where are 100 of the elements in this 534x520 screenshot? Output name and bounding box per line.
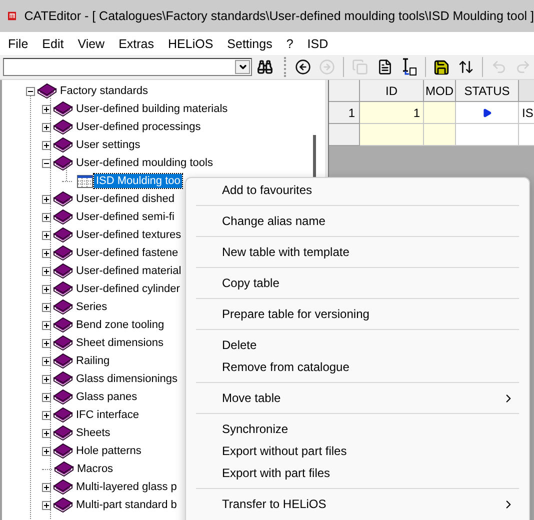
menu-item[interactable]: ISD bbox=[300, 34, 336, 52]
tree-item[interactable]: User-defined fastene bbox=[74, 246, 180, 260]
expand-toggle[interactable] bbox=[42, 374, 51, 384]
menu-item[interactable]: Remove from catalogue bbox=[186, 356, 529, 378]
menu-item[interactable]: New table with template bbox=[186, 241, 529, 263]
tree-item[interactable]: Sheet dimensions bbox=[74, 336, 166, 350]
book-icon bbox=[53, 119, 73, 135]
book-icon bbox=[53, 191, 73, 207]
text-cursor-icon bbox=[400, 58, 417, 76]
book-icon bbox=[53, 245, 73, 261]
expand-toggle[interactable] bbox=[42, 104, 51, 114]
expand-toggle[interactable] bbox=[42, 482, 51, 492]
tree-item[interactable]: User-defined moulding tools bbox=[74, 156, 215, 170]
expand-toggle[interactable] bbox=[42, 500, 51, 510]
menu-item[interactable]: Synchronize bbox=[186, 418, 529, 440]
tree-item[interactable]: IFC interface bbox=[74, 408, 141, 422]
menu-item[interactable]: Add to favourites bbox=[186, 179, 529, 201]
book-icon bbox=[53, 389, 73, 405]
expand-toggle[interactable] bbox=[42, 230, 51, 240]
expand-toggle[interactable] bbox=[42, 338, 51, 348]
menu-item[interactable]: Extras bbox=[112, 34, 162, 52]
table-cell bbox=[424, 124, 456, 146]
table-cell bbox=[360, 124, 424, 146]
book-icon bbox=[53, 155, 73, 171]
expand-toggle[interactable] bbox=[42, 428, 51, 438]
expand-toggle[interactable] bbox=[42, 122, 51, 132]
book-icon bbox=[53, 209, 73, 225]
tree-item[interactable]: Railing bbox=[74, 354, 112, 368]
undo-icon bbox=[490, 59, 507, 75]
tree-item[interactable]: User-defined processings bbox=[74, 120, 203, 134]
book-icon bbox=[37, 83, 57, 99]
menu-item[interactable]: HELiOS bbox=[161, 34, 220, 52]
menu-item[interactable]: Settings bbox=[220, 34, 280, 52]
book-icon bbox=[53, 299, 73, 315]
scrollbar-thumb[interactable] bbox=[313, 135, 316, 177]
menu-item[interactable]: Export without part files bbox=[186, 440, 529, 462]
menu-item[interactable]: Prepare table for versioning bbox=[186, 303, 529, 325]
menu-item[interactable]: Export with part files bbox=[186, 462, 529, 484]
tree-item[interactable]: Multi-part standard b bbox=[74, 498, 179, 512]
tree-item[interactable]: Hole patterns bbox=[74, 444, 144, 458]
menu-item[interactable]: Delete bbox=[186, 334, 529, 356]
menu-item[interactable]: File bbox=[1, 34, 36, 52]
collapse-toggle[interactable] bbox=[42, 158, 51, 168]
book-icon bbox=[53, 281, 73, 297]
book-icon bbox=[53, 227, 73, 243]
expand-toggle[interactable] bbox=[42, 302, 51, 312]
expand-toggle[interactable] bbox=[42, 248, 51, 258]
tree-item[interactable]: Glass panes bbox=[74, 390, 140, 404]
tree-item[interactable]: User-defined material bbox=[74, 264, 184, 278]
menu-item[interactable]: ? bbox=[279, 34, 300, 52]
expand-toggle[interactable] bbox=[42, 266, 51, 276]
column-header[interactable]: STATUS bbox=[456, 80, 519, 102]
expand-toggle[interactable] bbox=[42, 392, 51, 402]
tree-item[interactable]: Multi-layered glass p bbox=[74, 480, 179, 494]
expand-toggle[interactable] bbox=[42, 446, 51, 456]
book-icon bbox=[53, 407, 73, 423]
column-header[interactable]: ID bbox=[360, 80, 424, 102]
tree-item[interactable]: User-defined building materials bbox=[74, 102, 230, 116]
book-icon bbox=[53, 443, 73, 459]
tree-item[interactable]: Factory standards bbox=[58, 84, 150, 98]
expand-toggle[interactable] bbox=[42, 284, 51, 294]
row-pointer-icon bbox=[482, 108, 492, 118]
book-icon bbox=[53, 335, 73, 351]
menu-item[interactable]: Edit bbox=[35, 34, 71, 52]
menu-item[interactable]: View bbox=[70, 34, 112, 52]
collapse-toggle[interactable] bbox=[26, 86, 35, 96]
expand-toggle[interactable] bbox=[42, 194, 51, 204]
expand-toggle[interactable] bbox=[42, 140, 51, 150]
tree-item[interactable]: Bend zone tooling bbox=[74, 318, 166, 332]
tree-item[interactable]: Series bbox=[74, 300, 110, 314]
sort-icon bbox=[458, 59, 474, 75]
tree-item[interactable]: ISD Moulding too bbox=[94, 174, 182, 188]
row-header[interactable]: 1 bbox=[329, 102, 360, 124]
tree-item[interactable]: Sheets bbox=[74, 426, 112, 440]
copy-icon bbox=[352, 59, 368, 75]
book-icon bbox=[53, 479, 73, 495]
expand-toggle[interactable] bbox=[42, 212, 51, 222]
column-header[interactable]: MOD bbox=[424, 80, 456, 102]
book-icon bbox=[53, 317, 73, 333]
document-icon bbox=[376, 59, 392, 75]
table-cell: 1 bbox=[360, 102, 424, 124]
tree-item[interactable]: User-defined dished bbox=[74, 192, 176, 206]
book-icon bbox=[53, 101, 73, 117]
menu-item[interactable]: Move table bbox=[186, 387, 529, 409]
tree-item[interactable]: Glass dimensionings bbox=[74, 372, 180, 386]
tree-item[interactable]: Macros bbox=[75, 462, 116, 476]
dropdown-caret-icon bbox=[238, 62, 248, 72]
menu-item[interactable]: Transfer to HELiOS bbox=[186, 493, 529, 515]
menu-item[interactable]: Copy table bbox=[186, 272, 529, 294]
expand-toggle[interactable] bbox=[42, 356, 51, 366]
tree-item[interactable]: User settings bbox=[74, 138, 142, 152]
menu-item[interactable]: Change alias name bbox=[186, 210, 529, 232]
tree-item[interactable]: User-defined textures bbox=[74, 228, 184, 242]
book-icon bbox=[53, 263, 73, 279]
tree-item[interactable]: User-defined cylinder bbox=[74, 282, 182, 296]
expand-toggle[interactable] bbox=[42, 410, 51, 420]
search-combo-box[interactable] bbox=[3, 58, 252, 76]
expand-toggle[interactable] bbox=[42, 320, 51, 330]
tree-item[interactable]: User-defined semi-fi bbox=[74, 210, 176, 224]
book-icon bbox=[53, 371, 73, 387]
